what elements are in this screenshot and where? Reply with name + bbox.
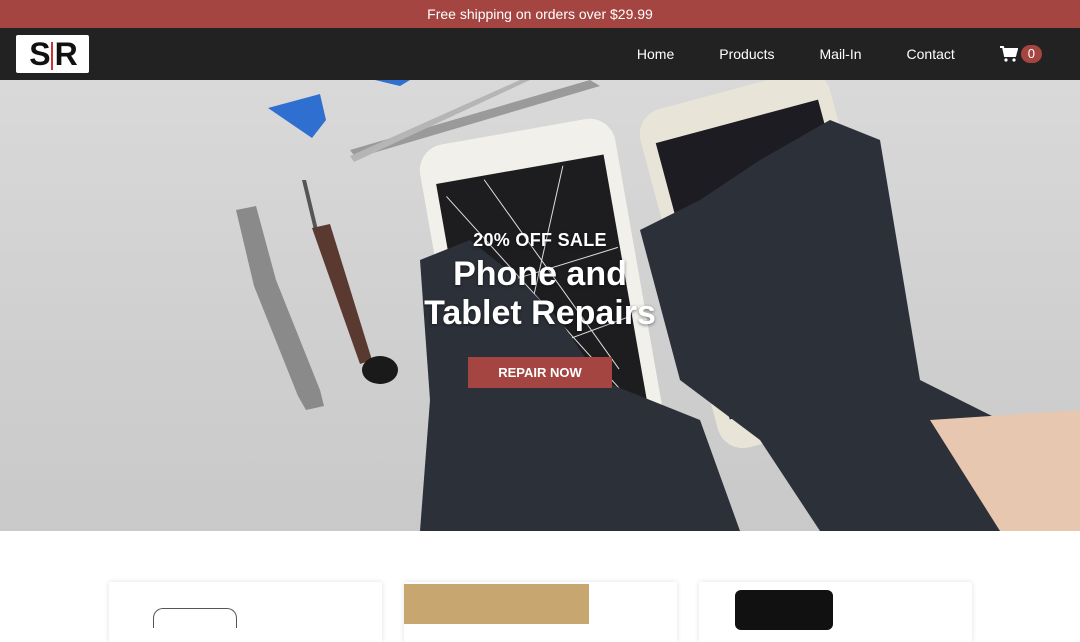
cart-button[interactable]: 0 xyxy=(999,45,1042,63)
cart-icon xyxy=(999,46,1018,62)
announcement-bar: Free shipping on orders over $29.99 xyxy=(0,0,1080,28)
hero-kicker: 20% OFF SALE xyxy=(473,230,607,250)
phone-image xyxy=(734,590,833,630)
logo-text: SR xyxy=(29,35,77,72)
hero-banner: 20% OFF SALE Phone and Tablet Repairs RE… xyxy=(0,80,1080,531)
cart-count-badge: 0 xyxy=(1020,45,1042,63)
hero-title: Phone and Tablet Repairs xyxy=(0,255,1080,333)
hero-content: 20% OFF SALE Phone and Tablet Repairs RE… xyxy=(0,230,1080,388)
category-card-2[interactable] xyxy=(403,582,677,642)
top-nav: SR Home Products Mail-In Contact 0 xyxy=(0,28,1080,80)
category-card-1[interactable] xyxy=(108,582,382,642)
announcement-text: Free shipping on orders over $29.99 xyxy=(427,6,653,22)
device-outline-icon xyxy=(152,608,237,628)
nav-home-link[interactable]: Home xyxy=(637,46,674,62)
box-image xyxy=(403,584,589,624)
nav-mail-in-link[interactable]: Mail-In xyxy=(820,46,862,62)
category-card-3[interactable] xyxy=(698,582,972,642)
repair-now-button[interactable]: REPAIR NOW xyxy=(468,357,612,388)
hero-title-line2: Tablet Repairs xyxy=(424,294,656,332)
nav-products-link[interactable]: Products xyxy=(719,46,774,62)
nav-links: Home Products Mail-In Contact 0 xyxy=(637,45,1042,63)
hero-title-line1: Phone and xyxy=(453,255,627,293)
category-cards xyxy=(0,582,1080,642)
brand-logo[interactable]: SR xyxy=(16,35,89,73)
nav-contact-link[interactable]: Contact xyxy=(907,46,955,62)
